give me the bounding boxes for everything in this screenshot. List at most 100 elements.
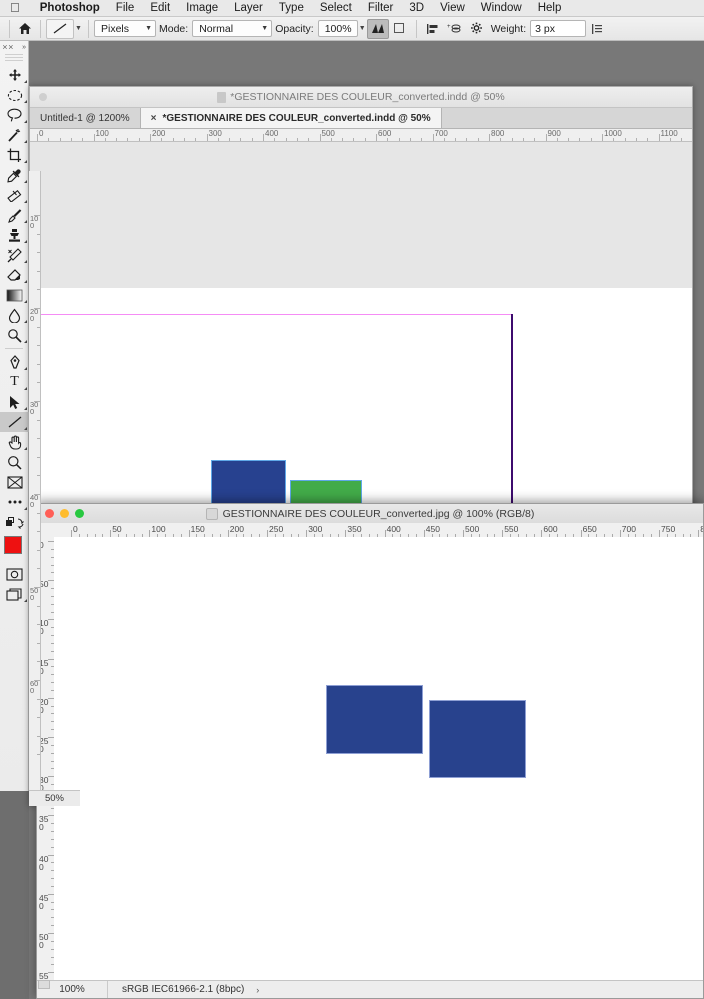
minimize-button[interactable] — [60, 509, 69, 518]
window1-title-text: *GESTIONNAIRE DES COULEUR_converted.indd… — [230, 91, 505, 103]
expand-panel-icon[interactable]: » — [22, 44, 26, 51]
ruler-tick — [376, 134, 377, 141]
magic-wand-tool[interactable] — [0, 125, 29, 145]
home-icon[interactable] — [15, 19, 35, 39]
window2-canvas[interactable] — [54, 537, 703, 981]
screen-mode-icon[interactable] — [0, 584, 29, 604]
chevron-right-icon[interactable]: › — [256, 985, 259, 995]
maximize-button[interactable] — [75, 509, 84, 518]
ruler-tick-minor — [466, 138, 468, 141]
ruler-label: 50 — [112, 524, 122, 534]
ruler-tick-minor — [353, 138, 355, 141]
menu-item-layer[interactable]: Layer — [226, 2, 271, 14]
ruler-tick-minor — [37, 289, 40, 291]
path-alignment-icon[interactable] — [422, 19, 444, 39]
path-arrangement-icon[interactable]: + — [444, 19, 466, 39]
ruler-tick-minor — [229, 138, 231, 141]
blue-rectangle-right[interactable] — [429, 700, 526, 778]
blue-rectangle-left[interactable] — [326, 685, 423, 754]
anti-alias-icon[interactable] — [366, 18, 389, 39]
line-tool-icon[interactable] — [46, 18, 74, 39]
ruler-tick-minor — [534, 138, 536, 141]
window1-titlebar[interactable]: *GESTIONNAIRE DES COULEUR_converted.indd… — [30, 87, 692, 108]
shape-mode-value: Pixels — [101, 22, 130, 35]
window2-titlebar[interactable]: GESTIONNAIRE DES COULEUR_converted.jpg @… — [37, 504, 703, 524]
quick-mask-icon[interactable] — [0, 564, 29, 584]
ruler-tick — [463, 530, 464, 537]
menu-item-image[interactable]: Image — [178, 2, 226, 14]
ruler-tick-minor — [37, 735, 40, 737]
window-controls — [45, 509, 84, 518]
collapse-panel-icon[interactable]: ⨯⨯ — [2, 43, 14, 51]
gear-settings-icon[interactable] — [466, 19, 488, 39]
toggle-panels-icon[interactable] — [586, 19, 608, 39]
foreground-color-swatch[interactable] — [4, 536, 22, 554]
menu-item-3d[interactable]: 3D — [401, 2, 432, 14]
menu-item-filter[interactable]: Filter — [360, 2, 402, 14]
edit-toolbar-icon[interactable] — [0, 512, 29, 532]
elliptical-marquee-tool[interactable] — [0, 85, 29, 105]
healing-brush-tool[interactable] — [0, 245, 29, 265]
menu-item-file[interactable]: File — [108, 2, 143, 14]
menu-item-type[interactable]: Type — [271, 2, 312, 14]
window2-color-profile[interactable]: sRGB IEC61966-2.1 (8bpc) › — [108, 984, 259, 995]
menu-item-select[interactable]: Select — [312, 2, 360, 14]
pen-tool[interactable] — [0, 352, 29, 372]
zoom-tool[interactable] — [0, 452, 29, 472]
menu-item-photoshop[interactable]: Photoshop — [32, 2, 108, 14]
window1-vertical-ruler[interactable]: 100 200 300 400 500 600 — [29, 171, 41, 806]
window2-horizontal-ruler[interactable]: 0 50 100 150 200 250 300 350 400 450 500 550 600 650 7… — [54, 523, 703, 538]
opacity-dropdown-icon[interactable]: ▼ — [358, 20, 367, 38]
line-tool[interactable] — [0, 412, 29, 432]
move-tool[interactable] — [0, 65, 29, 85]
weight-input[interactable]: 3 px — [530, 20, 587, 37]
tab-untitled-1[interactable]: Untitled-1 @ 1200% — [30, 108, 141, 128]
type-tool[interactable]: T — [0, 372, 29, 392]
ruler-label: 200 — [229, 524, 244, 534]
eyedropper-tool[interactable] — [0, 165, 29, 185]
hand-tool[interactable] — [0, 432, 29, 452]
ruler-tick-minor — [681, 138, 683, 141]
window1-horizontal-ruler[interactable]: 0 100 200 300 400 500 600 700 800 900 1000 1100 — [30, 129, 692, 142]
path-selection-tool[interactable] — [0, 392, 29, 412]
crop-tool[interactable] — [0, 145, 29, 165]
blur-tool[interactable] — [0, 305, 29, 325]
chevron-down-icon[interactable]: ▼ — [74, 20, 83, 38]
lasso-tool[interactable] — [0, 105, 29, 125]
dodge-tool[interactable] — [0, 325, 29, 345]
ruler-tick-minor — [37, 624, 40, 626]
opacity-input[interactable]: 100% — [317, 20, 358, 37]
eraser-tool[interactable] — [0, 185, 29, 205]
apple-menu-icon[interactable]:  — [10, 1, 20, 14]
tool-more-triangle — [24, 80, 27, 83]
menu-item-edit[interactable]: Edit — [142, 2, 178, 14]
window1-zoom-level[interactable]: 50% — [29, 790, 80, 806]
color-swatches[interactable] — [0, 534, 29, 564]
more-tools-icon[interactable] — [0, 492, 29, 512]
clone-stamp-tool[interactable] — [0, 225, 29, 245]
frame-tool[interactable] — [0, 472, 29, 492]
menu-item-view[interactable]: View — [432, 2, 473, 14]
ruler-tick — [34, 587, 40, 588]
ruler-tick-minor — [409, 138, 411, 141]
shape-mode-select[interactable]: Pixels ▼ — [94, 20, 156, 37]
tool-more-triangle — [24, 427, 27, 430]
scroll-nub[interactable] — [38, 980, 50, 989]
close-button[interactable] — [45, 509, 54, 518]
blend-mode-select[interactable]: Normal ▼ — [192, 20, 273, 37]
ruler-tick-minor — [37, 475, 40, 477]
brush-tool[interactable] — [0, 205, 29, 225]
tab-gestionnaire-indd[interactable]: × *GESTIONNAIRE DES COULEUR_converted.in… — [140, 108, 442, 128]
eraser2-tool[interactable] — [0, 265, 29, 285]
close-icon[interactable]: × — [151, 113, 157, 124]
ruler-tick — [545, 134, 547, 141]
gradient-tool[interactable] — [0, 285, 29, 305]
ruler-label: 550 — [504, 524, 519, 534]
menu-item-help[interactable]: Help — [530, 2, 570, 14]
ruler-tick — [502, 530, 504, 537]
divider — [9, 19, 10, 38]
path-operations-icon[interactable] — [389, 19, 411, 39]
document-window-jpg[interactable]: GESTIONNAIRE DES COULEUR_converted.jpg @… — [36, 503, 704, 999]
menu-item-window[interactable]: Window — [473, 2, 530, 14]
window1-close-dot[interactable] — [39, 93, 47, 101]
